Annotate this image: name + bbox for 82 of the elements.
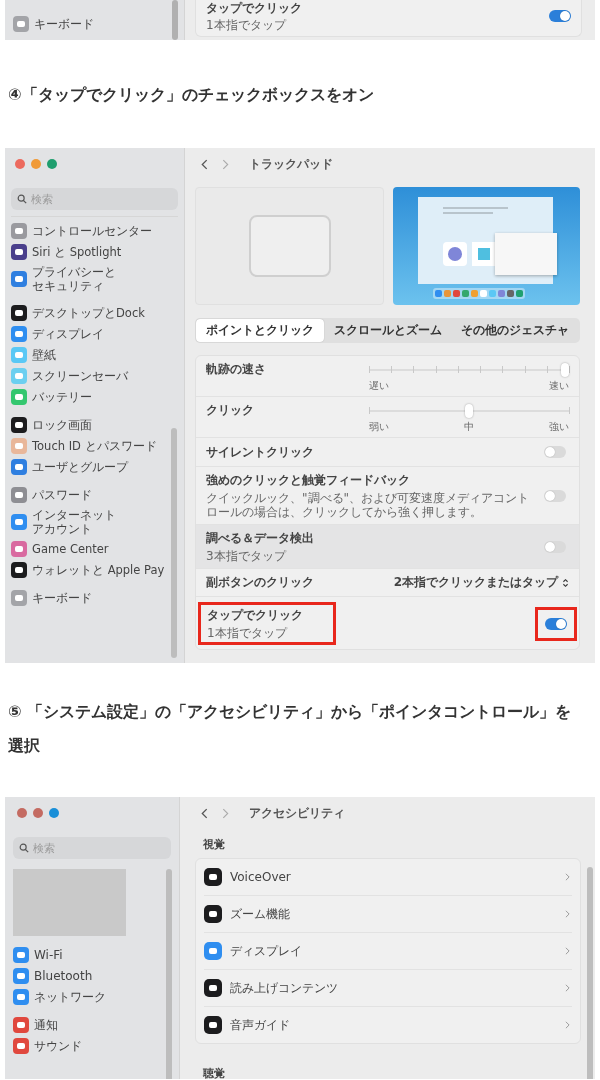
scale-label: 弱い [369, 420, 389, 434]
setting-label: 強めのクリックと触覚フィードバック [206, 472, 411, 489]
toggle-switch[interactable] [544, 446, 566, 458]
setting-description: 3本指でタップ [206, 549, 288, 563]
sidebar-item[interactable]: ディスプレイ [11, 324, 167, 344]
sidebar-item[interactable]: 通知 [13, 1015, 160, 1035]
sidebar-item[interactable]: ユーザとグループ [11, 457, 167, 477]
tab[interactable]: その他のジェスチャ [451, 319, 579, 342]
list-item[interactable]: 読み上げコンテンツ [204, 969, 572, 1006]
scale-label: 強い [549, 420, 569, 434]
toggle-switch[interactable] [545, 617, 567, 630]
setting-label: クリック [206, 402, 254, 419]
search-icon [17, 194, 27, 204]
forward-chevron-icon[interactable] [222, 807, 229, 819]
sidebar-item[interactable]: Game Center [11, 539, 167, 559]
setting-description: 1本指でタップ [206, 18, 288, 32]
sidebar-item[interactable]: インターネット アカウント [11, 506, 167, 538]
chevron-right-icon [565, 1021, 570, 1029]
chevron-right-icon [565, 984, 570, 992]
toggle-switch[interactable] [549, 10, 571, 22]
tab[interactable]: ポイントとクリック [196, 319, 324, 342]
step-heading: ⑤ 「システム設定」の「アクセシビリティ」から「ポインタコントロール」を選択 [8, 701, 573, 757]
scale-label: 速い [549, 379, 569, 393]
step-heading: ④「タップでクリック」のチェックボックスをオン [8, 85, 375, 105]
sidebar-item[interactable]: Siri と Spotlight [11, 242, 167, 262]
window-control-button[interactable] [47, 159, 57, 169]
tab[interactable]: スクロールとズーム [323, 319, 452, 342]
section-heading: 視覚 [203, 837, 226, 852]
sidebar-item[interactable]: ネットワーク [13, 987, 160, 1007]
sidebar-item[interactable]: ウォレットと Apple Pay [11, 560, 167, 580]
scrollbar[interactable] [172, 0, 178, 40]
slider-thumb[interactable] [465, 404, 473, 418]
sidebar-item[interactable]: コントロールセンター [11, 221, 167, 241]
sidebar-item[interactable]: スクリーンセーバ [11, 366, 167, 386]
sidebar-item[interactable]: Touch ID とパスワード [11, 436, 167, 456]
setting-description: クイックルック、"調べる"、および可変速度メディアコントロールの場合は、クリックしてから強く押します。 [206, 491, 531, 519]
sidebar-item[interactable]: バッテリー [11, 387, 167, 407]
setting-label: 軌跡の速さ [206, 361, 266, 378]
scrollbar[interactable] [171, 428, 177, 658]
back-chevron-icon[interactable] [201, 158, 208, 170]
sidebar-item[interactable]: パスワード [11, 485, 167, 505]
setting-label: 副ボタンのクリック [206, 574, 314, 591]
setting-label: サイレントクリック [206, 443, 314, 461]
scale-label: 遅い [369, 379, 389, 393]
sidebar-item[interactable]: ロック画面 [11, 415, 167, 435]
scrollbar[interactable] [587, 867, 593, 1079]
list-item[interactable]: ズーム機能 [204, 895, 572, 932]
setting-description: 1本指でタップ [207, 626, 289, 640]
chevron-right-icon [565, 947, 570, 955]
section-heading: 聴覚 [203, 1066, 226, 1079]
search-icon [19, 843, 29, 853]
setting-label: 調べる＆データ検出 [206, 530, 314, 547]
setting-label: タップでクリック [206, 0, 302, 17]
popup-button[interactable]: 2本指でクリックまたはタップ [393, 574, 569, 591]
forward-chevron-icon[interactable] [222, 158, 229, 170]
window-control-button[interactable] [33, 808, 43, 818]
list-item[interactable]: 音声ガイド [204, 1006, 572, 1043]
chevron-right-icon [565, 910, 570, 918]
window-control-button[interactable] [31, 159, 41, 169]
scrollbar[interactable] [166, 869, 172, 1079]
slider-thumb[interactable] [561, 363, 569, 377]
window-control-button[interactable] [49, 808, 59, 818]
sidebar-item[interactable]: Bluetooth [13, 966, 160, 986]
list-item[interactable]: VoiceOver [204, 859, 572, 895]
window-control-button[interactable] [15, 159, 25, 169]
scale-label: 中 [464, 420, 474, 434]
window-control-button[interactable] [17, 808, 27, 818]
sidebar-item[interactable]: 壁紙 [11, 345, 167, 365]
setting-label: タップでクリック [207, 607, 303, 624]
page-title: アクセシビリティ [249, 804, 345, 822]
page-title: トラックパッド [249, 155, 333, 173]
toggle-switch[interactable] [544, 540, 566, 553]
chevron-right-icon [565, 873, 570, 881]
sidebar-item[interactable]: Wi-Fi [13, 945, 160, 965]
list-item[interactable]: ディスプレイ [204, 932, 572, 969]
back-chevron-icon[interactable] [201, 807, 208, 819]
up-down-chevron-icon [562, 577, 569, 588]
sidebar-item[interactable]: キーボード [11, 588, 167, 608]
sidebar-item[interactable]: プライバシーと セキュリティ [11, 263, 167, 295]
sidebar-item[interactable]: デスクトップとDock [11, 303, 167, 323]
sidebar-item[interactable]: サウンド [13, 1036, 160, 1056]
toggle-switch[interactable] [544, 489, 566, 502]
